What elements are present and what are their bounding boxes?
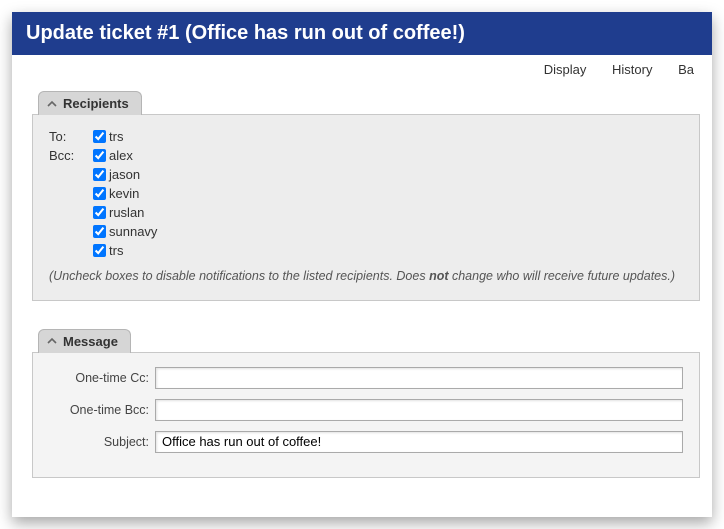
recipient-checkbox[interactable]	[93, 244, 106, 257]
subject-label: Subject:	[49, 435, 149, 449]
recipient-name: trs	[109, 243, 683, 258]
recipients-list: To: trs Bcc: alex jason kevin ruslan sunnavy trs	[49, 129, 683, 258]
one-time-bcc-label: One-time Bcc:	[49, 403, 149, 417]
recipient-checkbox-cell	[89, 225, 109, 238]
recipient-checkbox-cell	[89, 149, 109, 162]
recipient-checkbox-cell	[89, 187, 109, 200]
chevron-up-icon	[47, 336, 57, 346]
subject-input[interactable]	[155, 431, 683, 453]
menu-history[interactable]: History	[612, 62, 652, 77]
recipients-tab[interactable]: Recipients	[38, 91, 142, 115]
message-tab[interactable]: Message	[38, 329, 131, 353]
recipient-checkbox[interactable]	[93, 130, 106, 143]
recipient-name: ruslan	[109, 205, 683, 220]
recipient-checkbox[interactable]	[93, 225, 106, 238]
recipient-checkbox-cell	[89, 244, 109, 257]
page-title: Update ticket #1 (Office has run out of …	[12, 12, 712, 55]
recipient-checkbox[interactable]	[93, 206, 106, 219]
note-text-c: change who will receive future updates.)	[449, 269, 676, 283]
message-panel: Message One-time Cc: One-time Bcc: Subje…	[32, 329, 700, 478]
message-tab-label: Message	[63, 334, 118, 349]
menu-display[interactable]: Display	[544, 62, 587, 77]
recipient-checkbox-cell	[89, 168, 109, 181]
app-frame: Update ticket #1 (Office has run out of …	[0, 0, 724, 529]
recipients-note: (Uncheck boxes to disable notifications …	[49, 268, 683, 286]
recipient-name: alex	[109, 148, 683, 163]
content-area: Display History Ba Recipients To: trs Bcc:…	[12, 54, 712, 517]
recipient-name: trs	[109, 129, 683, 144]
recipient-checkbox[interactable]	[93, 168, 106, 181]
window: Update ticket #1 (Office has run out of …	[12, 12, 712, 517]
one-time-cc-label: One-time Cc:	[49, 371, 149, 385]
recipients-tab-label: Recipients	[63, 96, 129, 111]
recipient-checkbox[interactable]	[93, 149, 106, 162]
one-time-cc-input[interactable]	[155, 367, 683, 389]
note-text-b: not	[429, 269, 448, 283]
note-text-a: (Uncheck boxes to disable notifications …	[49, 269, 429, 283]
one-time-bcc-input[interactable]	[155, 399, 683, 421]
chevron-up-icon	[47, 99, 57, 109]
message-body: One-time Cc: One-time Bcc: Subject:	[32, 352, 700, 478]
recipient-name: jason	[109, 167, 683, 182]
to-label: To:	[49, 129, 89, 144]
recipient-checkbox-cell	[89, 206, 109, 219]
bcc-label: Bcc:	[49, 148, 89, 163]
recipients-body: To: trs Bcc: alex jason kevin ruslan sunnavy trs…	[32, 114, 700, 301]
recipients-panel: Recipients To: trs Bcc: alex jason kevin rusla…	[32, 91, 700, 301]
recipient-checkbox-cell	[89, 130, 109, 143]
recipient-name: kevin	[109, 186, 683, 201]
top-menu: Display History Ba	[32, 54, 700, 91]
recipient-checkbox[interactable]	[93, 187, 106, 200]
recipient-name: sunnavy	[109, 224, 683, 239]
menu-basics[interactable]: Ba	[678, 62, 694, 77]
